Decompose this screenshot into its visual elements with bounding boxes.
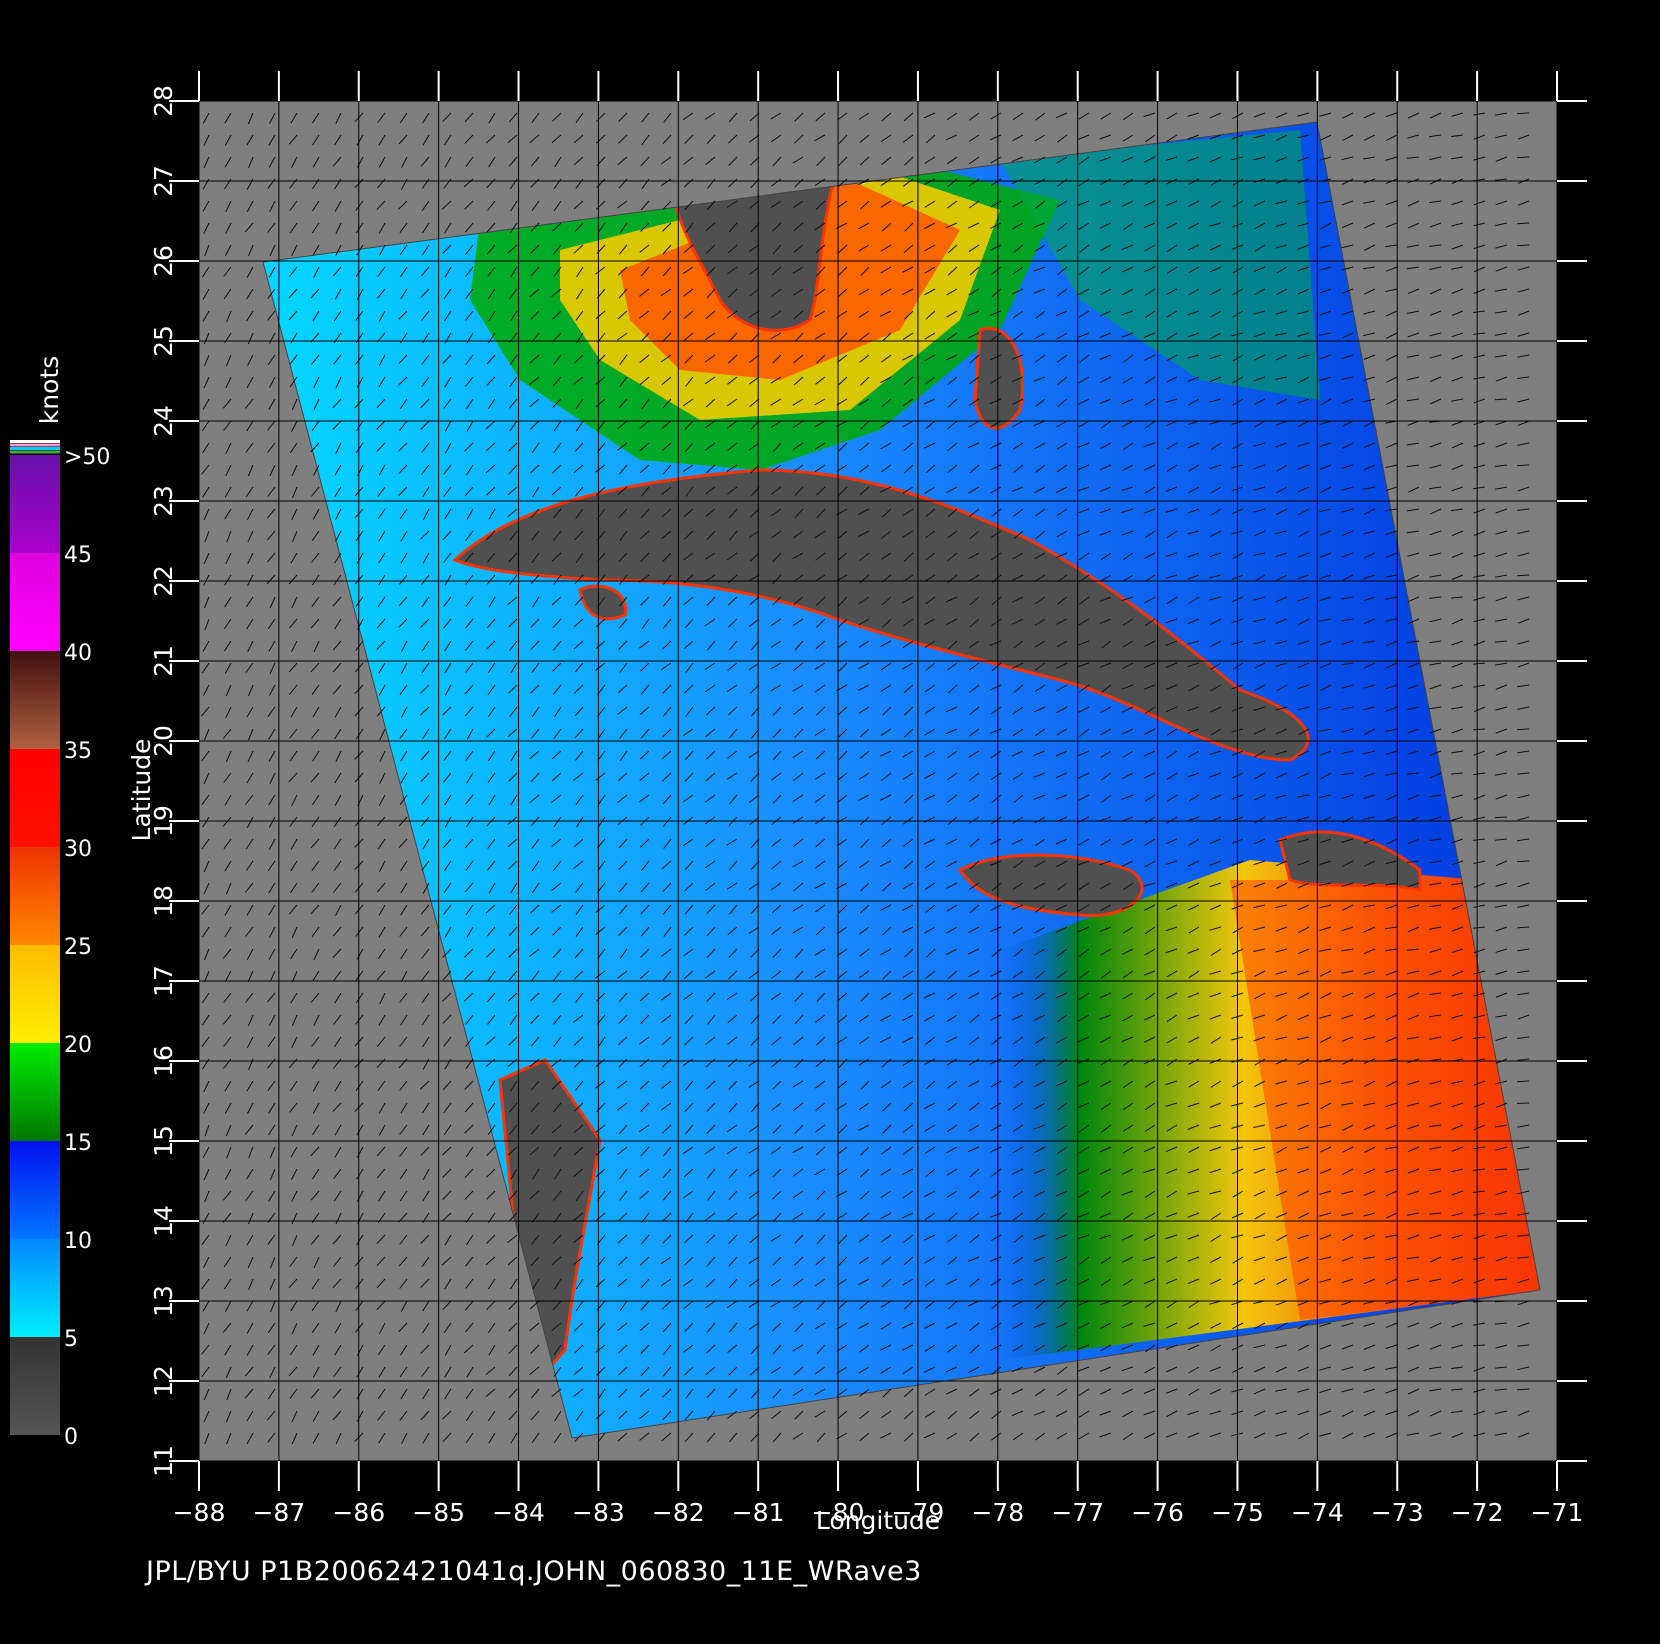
colorbar: 0 5 10 15 20 25 30 35 40 45 >50 (10, 440, 110, 1450)
lat-tick-label: 21 (149, 645, 178, 677)
lat-tick-label: 25 (149, 325, 178, 357)
colorbar-overflow-stripe (10, 447, 60, 450)
lon-tick-label: −76 (1131, 1498, 1184, 1527)
colorbar-band (10, 553, 60, 651)
lon-tick-label: −86 (332, 1498, 385, 1527)
lon-tick-label: −87 (252, 1498, 305, 1527)
lat-tick-label: 28 (149, 85, 178, 117)
lon-tick-label: −81 (732, 1498, 785, 1527)
wind-barb (1516, 222, 1530, 225)
lon-tick-label: −82 (652, 1498, 705, 1527)
colorbar-band (10, 749, 60, 847)
y-axis-label: Latitude (127, 739, 156, 842)
wind-barb (1494, 398, 1508, 401)
colorbar-band (10, 945, 60, 1043)
wind-barb (1516, 728, 1530, 731)
lat-tick-label: 24 (149, 405, 178, 437)
lon-tick-label: −71 (1531, 1498, 1584, 1527)
lat-tick-label: 23 (149, 485, 178, 517)
lon-tick-label: −78 (971, 1498, 1024, 1527)
colorbar-band (10, 1337, 60, 1435)
colorbar-label: 5 (64, 1327, 78, 1352)
colorbar-label: 40 (64, 641, 92, 666)
lon-tick-label: −72 (1451, 1498, 1504, 1527)
lat-tick-label: 15 (149, 1125, 178, 1157)
wind-barb (1494, 1168, 1508, 1171)
lat-tick-label: 16 (149, 1045, 178, 1077)
colorbar-label: 35 (64, 739, 92, 764)
lon-tick-label: −85 (412, 1498, 465, 1527)
colorbar-band (10, 1141, 60, 1239)
colorbar-band (10, 1043, 60, 1141)
wind-barb (1516, 1102, 1530, 1104)
wind-barb (1516, 1080, 1530, 1083)
colorbar-band (10, 455, 60, 553)
lat-tick-label: 12 (149, 1365, 178, 1397)
colorbar-label: 10 (64, 1229, 92, 1254)
lon-tick-label: −84 (492, 1498, 545, 1527)
scatterometer-wind-map: −88 −87 −86 −85 −84 −83 −82 −81 −80 −79 −78 −77 −76−… (0, 0, 1660, 1640)
lat-tick-label: 17 (149, 965, 178, 997)
wind-barb (1494, 816, 1508, 819)
colorbar-label: 20 (64, 1033, 92, 1058)
colorbar-band (10, 1239, 60, 1337)
wind-barb (1516, 464, 1530, 467)
colorbar-band (10, 847, 60, 945)
footer-caption: JPL/BYU P1B20062421041q.JOHN_060830_11E_… (146, 1556, 922, 1587)
wind-barb (1516, 860, 1530, 863)
colorbar-label: 30 (64, 837, 92, 862)
lon-tick-label: −83 (572, 1498, 625, 1527)
colorbar-band (10, 651, 60, 749)
colorbar-label: >50 (64, 445, 110, 470)
colorbar-overflow-stripe (10, 450, 60, 454)
colorbar-label: 0 (64, 1425, 78, 1450)
lon-tick-label: −77 (1051, 1498, 1104, 1527)
lat-tick-label: 27 (149, 165, 178, 197)
colorbar-overflow-stripe (10, 440, 60, 443)
colorbar-label: 25 (64, 935, 92, 960)
wind-barb (1516, 156, 1530, 159)
colorbar-label: 15 (64, 1131, 92, 1156)
colorbar-label: 45 (64, 543, 92, 568)
wind-barb (1516, 112, 1530, 115)
lon-tick-label: −73 (1371, 1498, 1424, 1527)
lat-tick-label: 22 (149, 565, 178, 597)
wind-map-figure: −88 −87 −86 −85 −84 −83 −82 −81 −80 −79 −78 −77 −76−… (10, 71, 1587, 1535)
lon-tick-label: −74 (1291, 1498, 1344, 1527)
lon-tick-label: −75 (1211, 1498, 1264, 1527)
lat-tick-label: 18 (149, 885, 178, 917)
x-axis-label: Longitude (816, 1506, 940, 1535)
lon-tick-label: −88 (173, 1498, 226, 1527)
lat-tick-label: 11 (149, 1445, 178, 1477)
units-label: knots (35, 356, 64, 424)
colorbar-overflow-stripe (10, 443, 60, 447)
lat-tick-label: 26 (149, 245, 178, 277)
lat-tick-label: 14 (149, 1205, 178, 1237)
lat-tick-label: 13 (149, 1285, 178, 1317)
